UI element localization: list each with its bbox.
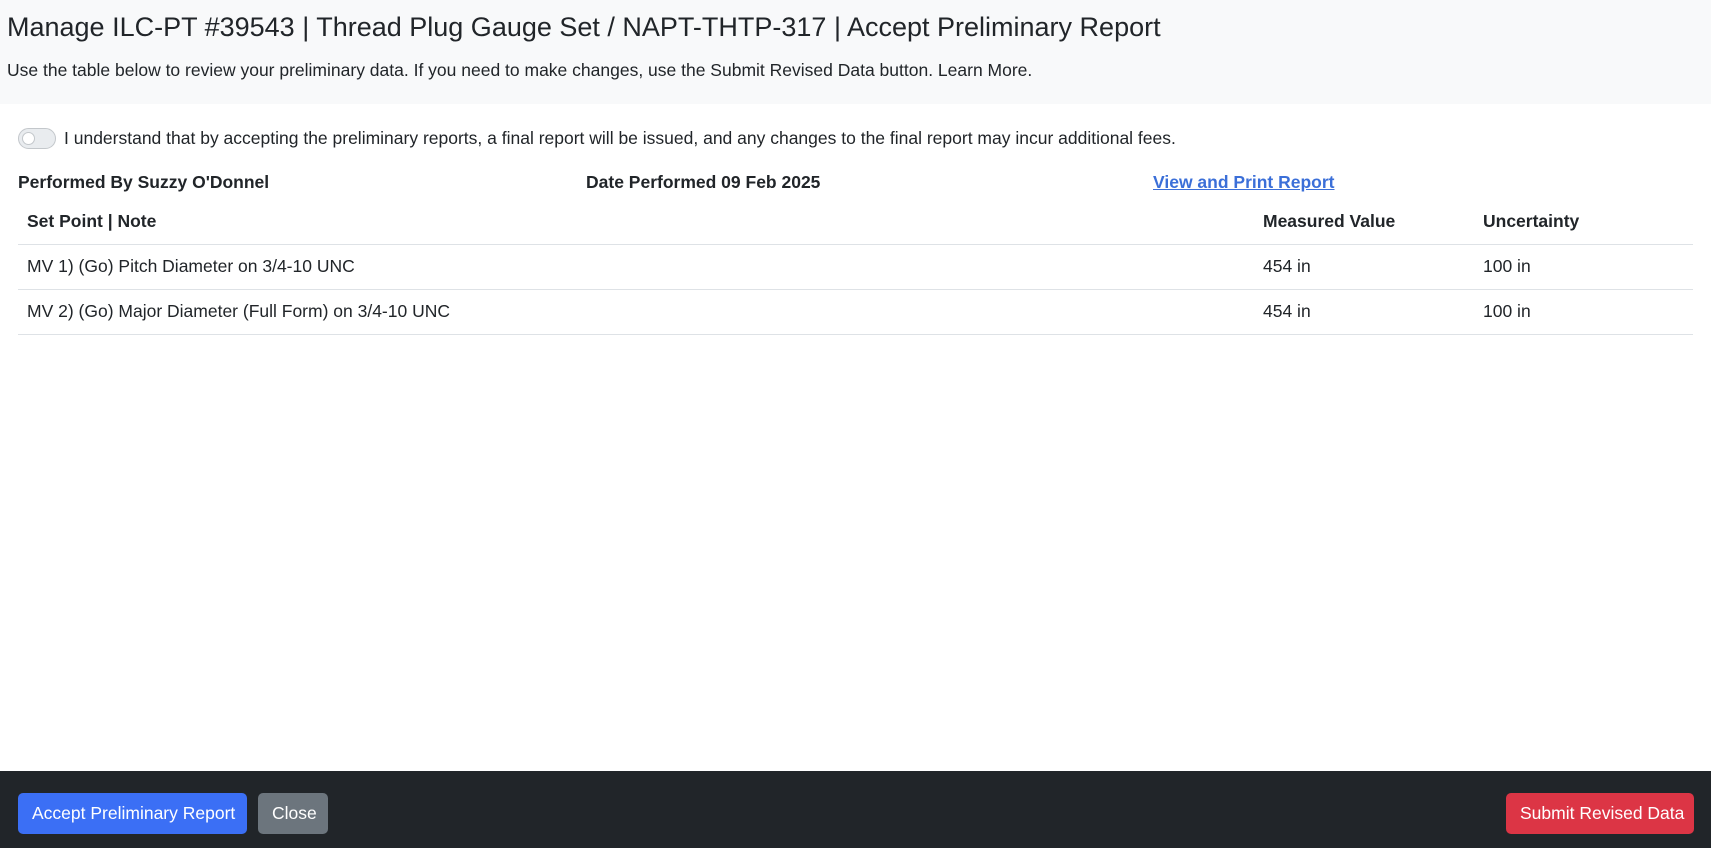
close-button[interactable]: Close [258,793,328,834]
page-header: Manage ILC-PT #39543 | Thread Plug Gauge… [0,0,1711,104]
cell-measured-value: 454 in [1254,244,1474,290]
page-title: Manage ILC-PT #39543 | Thread Plug Gauge… [7,12,1161,42]
report-meta: Performed By Suzzy O'Donnel Date Perform… [18,170,1693,194]
data-table: Set Point | Note Measured Value Uncertai… [18,200,1693,335]
date-performed: Date Performed 09 Feb 2025 [586,172,821,192]
table-header-row: Set Point | Note Measured Value Uncertai… [18,200,1693,245]
column-header-measured-value: Measured Value [1254,200,1474,245]
acknowledge-toggle[interactable] [18,127,56,149]
cell-set-point: MV 2) (Go) Major Diameter (Full Form) on… [18,289,1254,335]
submit-revised-data-button[interactable]: Submit Revised Data [1506,793,1694,834]
footer-toolbar: Accept Preliminary Report Close Submit R… [0,771,1711,848]
acknowledgement-text: I understand that by accepting the preli… [64,128,1176,148]
view-print-report-link[interactable]: View and Print Report [1153,170,1335,194]
performed-by: Performed By Suzzy O'Donnel [18,172,270,192]
cell-uncertainty: 100 in [1474,289,1693,335]
data-table-container: Set Point | Note Measured Value Uncertai… [18,200,1693,335]
cell-measured-value: 454 in [1254,289,1474,335]
cell-uncertainty: 100 in [1474,244,1693,290]
column-header-set-point: Set Point | Note [18,200,1254,245]
toggle-knob [22,131,35,145]
page-subtitle: Use the table below to review your preli… [7,60,1033,80]
table-row: MV 1) (Go) Pitch Diameter on 3/4-10 UNC … [18,244,1693,290]
column-header-uncertainty: Uncertainty [1474,200,1693,245]
accept-preliminary-report-button[interactable]: Accept Preliminary Report [18,793,247,834]
cell-set-point: MV 1) (Go) Pitch Diameter on 3/4-10 UNC [18,244,1254,290]
table-row: MV 2) (Go) Major Diameter (Full Form) on… [18,289,1693,335]
acknowledgement-row: I understand that by accepting the preli… [18,122,1176,154]
